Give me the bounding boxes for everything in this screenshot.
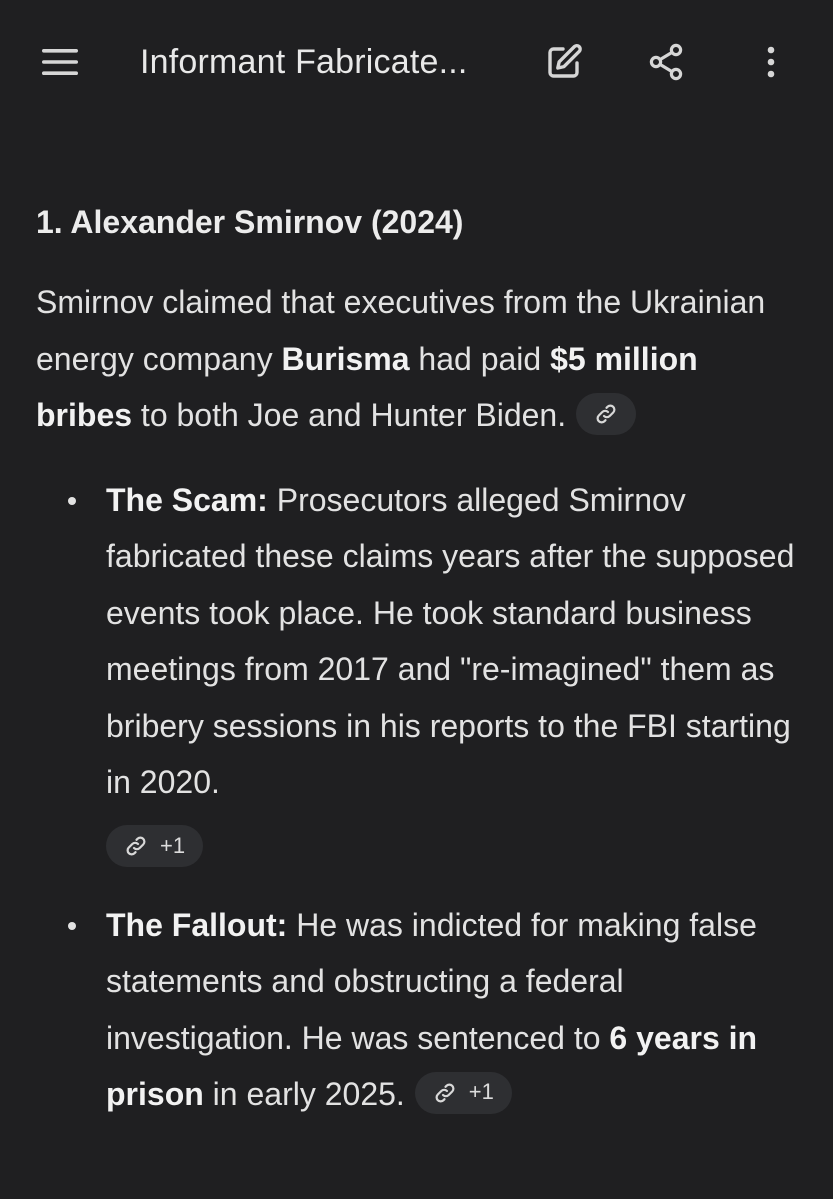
bullet-text-scam: The Scam: Prosecutors alleged Smirnov fa… xyxy=(106,472,796,811)
menu-button[interactable] xyxy=(32,34,88,90)
source-link-chip[interactable]: +1 xyxy=(414,1071,512,1114)
more-vert-icon xyxy=(767,46,775,78)
hamburger-menu-icon xyxy=(42,49,78,75)
source-count: +1 xyxy=(468,1079,494,1105)
app-bar: Informant Fabricate... xyxy=(0,0,833,122)
bullet-body-scam: Prosecutors alleged Smirnov fabricated t… xyxy=(106,481,795,801)
bullet-body-fallout-2: in early 2025. xyxy=(203,1076,405,1112)
intro-text-3: to both Joe and Hunter Biden. xyxy=(132,397,567,433)
source-link-chip[interactable]: +1 xyxy=(106,824,204,867)
share-button[interactable] xyxy=(638,34,694,90)
link-icon xyxy=(126,836,146,855)
section-heading: 1. Alexander Smirnov (2024) xyxy=(36,204,464,240)
intro-text-2: had paid xyxy=(409,340,551,377)
bullet-text-fallout: The Fallout: He was indicted for making … xyxy=(106,897,796,1123)
edit-icon xyxy=(548,43,582,78)
page-title: Informant Fabricate... xyxy=(140,43,468,81)
intro-bold-burisma: Burisma xyxy=(281,340,410,377)
response-content: 1. Alexander Smirnov (2024) Smirnov clai… xyxy=(36,196,796,1151)
more-options-button[interactable] xyxy=(743,34,799,90)
bullet-dot xyxy=(68,921,76,930)
bullet-item-scam: The Scam: Prosecutors alleged Smirnov fa… xyxy=(36,472,796,869)
link-icon xyxy=(596,404,616,424)
share-icon xyxy=(649,43,683,81)
source-link-chip[interactable] xyxy=(576,392,637,435)
chip-row: +1 xyxy=(106,824,796,869)
bullet-item-fallout: The Fallout: He was indicted for making … xyxy=(36,897,796,1123)
link-icon xyxy=(435,1083,455,1103)
intro-paragraph: Smirnov claimed that executives from the… xyxy=(36,274,796,444)
bullet-dot xyxy=(68,496,76,505)
source-count: +1 xyxy=(160,832,186,858)
bullet-list: The Scam: Prosecutors alleged Smirnov fa… xyxy=(36,472,796,1123)
bullet-label-fallout: The Fallout: xyxy=(106,906,288,943)
bullet-label-scam: The Scam: xyxy=(106,481,268,518)
edit-button[interactable] xyxy=(536,34,592,90)
